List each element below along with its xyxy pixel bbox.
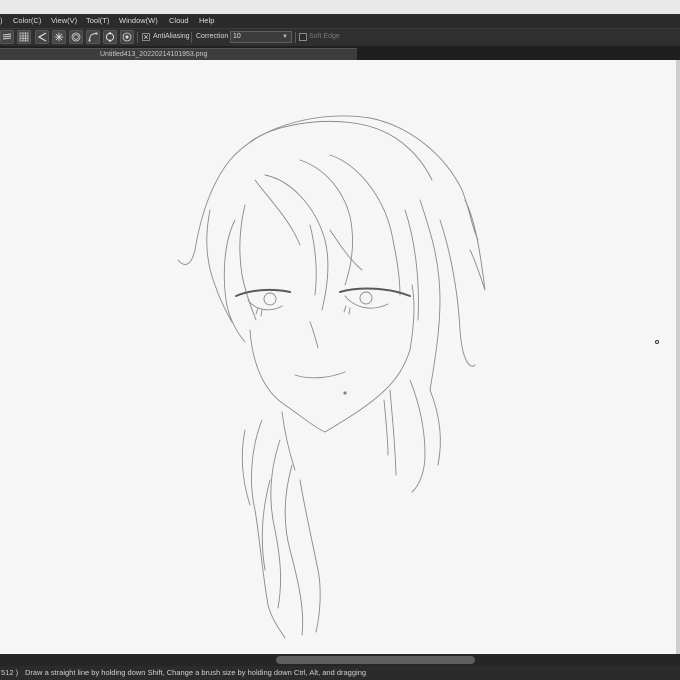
- horizontal-scrollbar[interactable]: [0, 654, 680, 666]
- window-top-strip: [0, 0, 680, 14]
- grid-button[interactable]: [17, 30, 31, 44]
- antialiasing-label: AntiAliasing: [153, 33, 190, 40]
- soft-edge-checkbox[interactable]: [299, 33, 307, 41]
- layer-list-icon: [2, 33, 12, 40]
- correction-select[interactable]: 10 ▼: [230, 31, 292, 43]
- menu-item-help[interactable]: Help: [199, 14, 214, 28]
- menubar: ) Color(C) View(V) Tool(T) Window(W) Clo…: [0, 14, 680, 28]
- concentric-circles-button[interactable]: [69, 30, 83, 44]
- curve-ruler-icon: [88, 32, 98, 42]
- correction-value: 10: [233, 33, 241, 40]
- layer-list-button[interactable]: [0, 30, 14, 44]
- perspective-ruler-button[interactable]: [35, 30, 49, 44]
- document-tab-strip: Untitled413_20220214101953.png: [0, 46, 680, 61]
- symmetry-ruler-button[interactable]: [120, 30, 134, 44]
- cursor-coordinates: 512 ): [1, 668, 19, 677]
- perspective-ruler-icon: [37, 32, 47, 42]
- circle-ruler-icon: [105, 32, 115, 42]
- toolbar-separator: [295, 32, 296, 43]
- drawing-canvas[interactable]: [0, 60, 676, 654]
- brush-cursor: [655, 340, 659, 344]
- menu-item-partial[interactable]: ): [0, 14, 3, 28]
- toolbar-separator: [191, 32, 192, 43]
- statusbar: 512 ) Draw a straight line by holding do…: [0, 666, 680, 680]
- horizontal-scrollbar-thumb[interactable]: [276, 656, 475, 664]
- radial-lines-icon: [54, 32, 64, 42]
- toolbar: AntiAliasing Correction 10 ▼ Soft Edge: [0, 28, 680, 46]
- status-hint: Draw a straight line by holding down Shi…: [25, 668, 367, 677]
- soft-edge-label: Soft Edge: [309, 33, 340, 40]
- document-tab-title: Untitled413_20220214101953.png: [100, 51, 208, 58]
- symmetry-ruler-icon: [122, 32, 132, 42]
- concentric-circles-icon: [71, 32, 81, 42]
- menu-item-cloud[interactable]: Cloud: [169, 14, 189, 28]
- vertical-scrollbar[interactable]: [676, 60, 680, 654]
- correction-label: Correction: [196, 33, 229, 40]
- menu-item-color[interactable]: Color(C): [13, 14, 41, 28]
- curve-ruler-button[interactable]: [86, 30, 100, 44]
- menu-item-view[interactable]: View(V): [51, 14, 77, 28]
- toolbar-separator: [137, 32, 138, 43]
- menu-item-tool[interactable]: Tool(T): [86, 14, 109, 28]
- menu-item-window[interactable]: Window(W): [119, 14, 158, 28]
- antialiasing-checkbox[interactable]: [142, 31, 150, 43]
- circle-ruler-button[interactable]: [103, 30, 117, 44]
- sketch-drawing: [177, 115, 486, 639]
- dropdown-arrow-icon: ▼: [282, 34, 288, 40]
- radial-lines-button[interactable]: [52, 30, 66, 44]
- grid-icon: [19, 32, 29, 42]
